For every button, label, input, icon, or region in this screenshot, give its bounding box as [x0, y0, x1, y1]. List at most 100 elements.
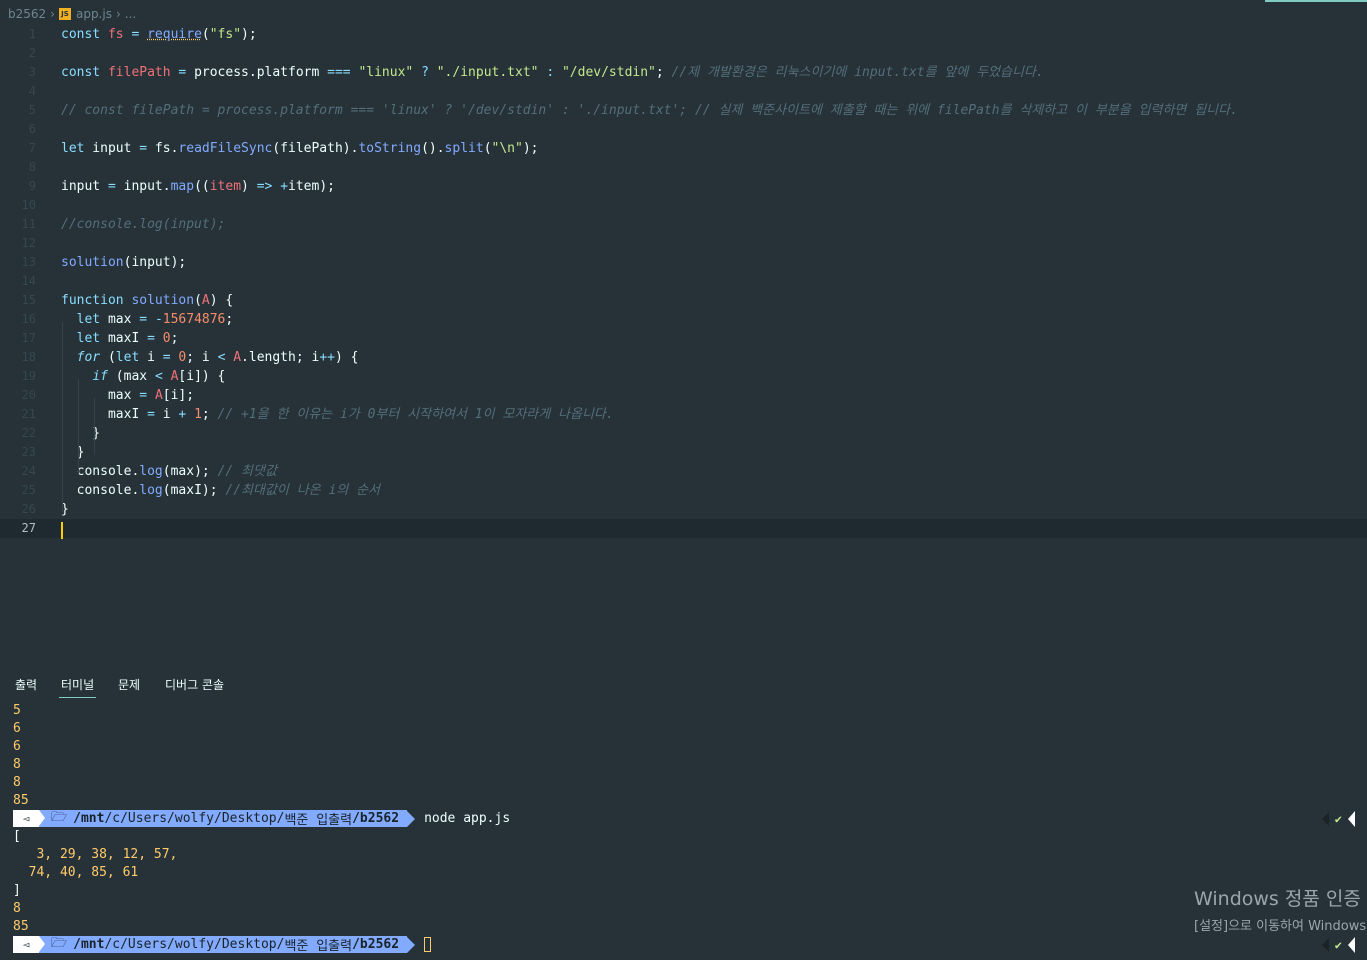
code-line[interactable]: 1 const fs = require("fs"); — [0, 25, 1367, 44]
shell-prompt: ◅ 🗁 /mnt/c/Users/wolfy/Desktop/백준 입출력/b2… — [13, 936, 432, 954]
watermark-title: Windows 정품 인증 — [1194, 888, 1361, 910]
prompt-path-prefix: /mnt — [73, 811, 105, 826]
code-token: = — [107, 179, 116, 194]
code-token: process.platform — [186, 65, 328, 80]
code-line[interactable]: 2 — [0, 44, 1367, 63]
prompt-path-korean: 백준 입출력 — [284, 939, 353, 954]
code-token: let — [61, 141, 85, 156]
code-line[interactable]: 9 input = input.map((item) => +item); — [0, 177, 1367, 196]
line-number: 20 — [21, 388, 36, 402]
code-token: ( — [201, 27, 210, 42]
code-token: // 최댓값 — [217, 464, 277, 479]
folder-icon: 🗁 — [51, 809, 68, 825]
code-token: readFileSync — [178, 141, 273, 156]
code-line[interactable]: 5 // const filePath = process.platform ==… — [0, 101, 1367, 120]
code-line[interactable]: 18 for (let i = 0; i < A.length; i++) { — [0, 348, 1367, 367]
code-token: fs. — [147, 141, 179, 156]
code-line[interactable]: 16 let max = -15674876; — [0, 310, 1367, 329]
code-token: ; — [170, 331, 179, 346]
terminal-cursor — [424, 937, 432, 952]
code-text: let maxI = 0; — [61, 329, 179, 348]
tab-debug-console[interactable]: 디버그 콘솔 — [165, 676, 224, 693]
code-token: function — [61, 293, 124, 308]
line-number: 10 — [21, 198, 36, 212]
code-token: (( — [194, 179, 210, 194]
code-line[interactable]: 15 function solution(A) { — [0, 291, 1367, 310]
code-token: ) { — [334, 350, 359, 365]
code-line[interactable]: 22 } — [0, 424, 1367, 443]
code-token: A — [154, 388, 163, 403]
code-token: // const filePath = process.platform ===… — [61, 103, 1238, 118]
code-token: ? — [421, 65, 429, 80]
code-line[interactable]: 7 let input = fs.readFileSync(filePath).t… — [0, 139, 1367, 158]
line-number: 2 — [28, 46, 36, 60]
code-line[interactable]: 25 console.log(maxI); //최대값이 나온 i의 순서 — [0, 481, 1367, 500]
code-token: ); — [241, 27, 257, 42]
breadcrumb-file[interactable]: app.js — [76, 7, 112, 21]
code-token: - — [154, 312, 163, 327]
code-line[interactable]: 26} — [0, 500, 1367, 519]
code-token: 0 — [162, 331, 171, 346]
code-token: ; — [225, 312, 234, 327]
code-token: max — [100, 312, 140, 327]
breadcrumb-folder[interactable]: b2562 — [8, 7, 46, 21]
code-line[interactable]: 27 — [0, 519, 1367, 538]
code-token: require — [147, 27, 202, 42]
indent-guide — [62, 322, 63, 512]
code-line[interactable]: 14 — [0, 272, 1367, 291]
code-line[interactable]: 13 solution(input); — [0, 253, 1367, 272]
code-token: === — [327, 65, 351, 80]
indent-guide — [94, 398, 95, 455]
code-token: ( — [100, 350, 116, 365]
code-line[interactable]: 23 } — [0, 443, 1367, 462]
code-token: A — [233, 350, 242, 365]
code-editor[interactable]: 27 26} 25 console.log(maxI); //최대값이 나온 i의 … — [0, 25, 1367, 545]
code-token: i — [139, 350, 163, 365]
code-token: (max — [107, 369, 155, 384]
code-token: 15674876 — [162, 312, 226, 327]
code-token: ); — [522, 141, 539, 156]
code-line[interactable]: 10 — [0, 196, 1367, 215]
code-line[interactable]: 21 maxI = i + 1; // +1을 한 이유는 i가 0부터 시작하… — [0, 405, 1367, 424]
code-line[interactable]: 8 — [0, 158, 1367, 177]
code-token: solution — [61, 255, 124, 270]
code-token: maxI — [61, 407, 148, 422]
code-token: (filePath). — [272, 141, 359, 156]
code-line[interactable]: 6 — [0, 120, 1367, 139]
terminal-output-line: 8 — [13, 775, 21, 790]
breadcrumb-more[interactable]: ... — [125, 7, 136, 21]
terminal-output-line: [ — [13, 829, 21, 844]
code-token: "\n" — [491, 141, 523, 156]
line-number: 24 — [21, 464, 36, 478]
terminal-panel[interactable]: 5 6 6 8 8 85 ◅ 🗁 /mnt/c/Users/wolfy/Desk… — [0, 702, 1367, 960]
prompt-path-last: /b2562 — [352, 937, 400, 952]
code-token: ; i — [186, 350, 218, 365]
code-line[interactable]: 19 if (max < A[i]) { — [0, 367, 1367, 386]
code-line[interactable]: 3 const filePath = process.platform === "… — [0, 63, 1367, 82]
code-line[interactable]: 12 — [0, 234, 1367, 253]
code-token: + — [280, 179, 289, 194]
tab-problems[interactable]: 문제 — [118, 676, 140, 693]
code-token: [i]; — [162, 388, 195, 403]
code-line[interactable]: 20 max = A[i]; — [0, 386, 1367, 405]
prompt-path-middle: /c/Users/wolfy/Desktop/ — [104, 937, 285, 952]
code-line[interactable]: 24 console.log(max); // 최댓값 — [0, 462, 1367, 481]
code-token: } — [61, 445, 85, 460]
tab-terminal[interactable]: 터미널 — [58, 676, 97, 698]
line-number: 13 — [21, 255, 36, 269]
line-number: 12 — [21, 236, 36, 250]
code-token: A — [201, 293, 210, 308]
windows-activation-watermark: Windows 정품 인증 [설정]으로 이동하여 Windows — [1194, 884, 1366, 934]
code-token: map — [170, 179, 195, 194]
line-number: 1 — [28, 27, 36, 41]
terminal-output-line: 85 — [13, 919, 29, 934]
tab-output[interactable]: 출력 — [15, 676, 37, 693]
code-line[interactable]: 4 — [0, 82, 1367, 101]
code-line[interactable]: 11 //console.log(input); — [0, 215, 1367, 234]
code-line[interactable]: 17 let maxI = 0; — [0, 329, 1367, 348]
